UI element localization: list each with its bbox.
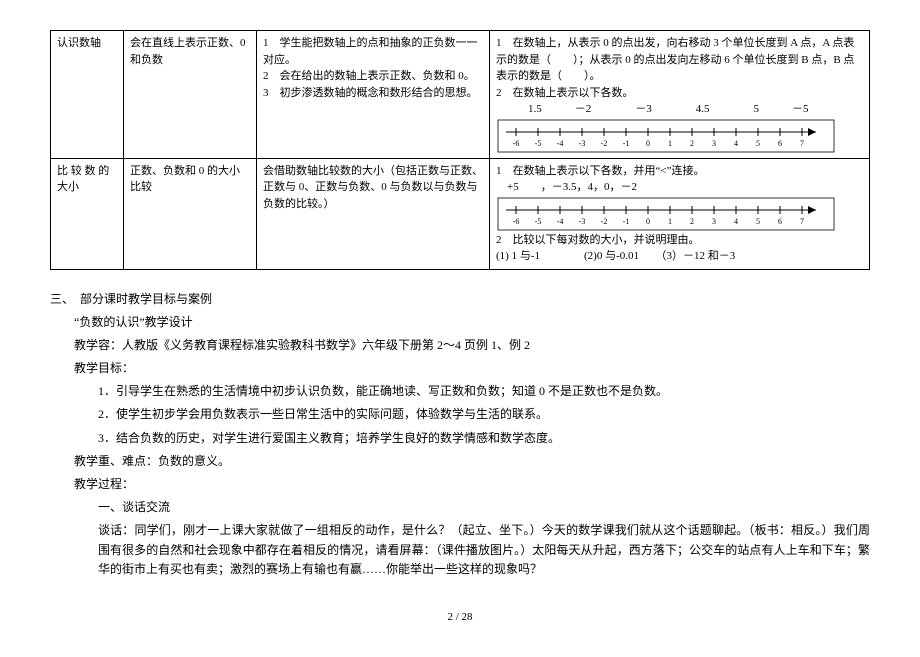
goals-title: 教学目标： — [74, 359, 870, 378]
svg-text:0: 0 — [646, 139, 650, 148]
step-heading: 一、谈话交流 — [98, 498, 870, 517]
svg-text:-3: -3 — [579, 217, 586, 226]
svg-text:-2: -2 — [601, 217, 608, 226]
svg-text:6: 6 — [778, 139, 782, 148]
svg-text:0: 0 — [646, 217, 650, 226]
svg-text:7: 7 — [800, 139, 804, 148]
exercise-nums: +5 ，－3.5，4，0，－2 — [496, 179, 863, 196]
svg-text:-5: -5 — [535, 217, 542, 226]
materials-line: 教学容：人教版《义务教育课程标准实验教科书数学》六年级下册第 2～4 页例 1、… — [74, 336, 870, 355]
svg-text:3: 3 — [712, 139, 716, 148]
svg-text:-6: -6 — [513, 217, 520, 226]
svg-text:6: 6 — [778, 217, 782, 226]
cell-objectives: 1 学生能把数轴上的点和抽象的正负数一一对应。 2 会在给出的数轴上表示正数、负… — [257, 31, 490, 159]
cell-topic: 比 较 数 的大小 — [51, 158, 124, 269]
svg-text:7: 7 — [800, 217, 804, 226]
cell-objectives: 会借助数轴比较数的大小（包括正数与正数、正数与 0、正数与负数、0 与负数以与负… — [257, 158, 490, 269]
svg-text:2: 2 — [690, 217, 694, 226]
svg-text:-3: -3 — [579, 139, 586, 148]
svg-text:-2: -2 — [601, 139, 608, 148]
svg-text:-4: -4 — [557, 217, 564, 226]
number-line-icon: -6 -5 -4 -3 -2 -1 0 1 2 3 4 5 6 7 — [496, 196, 836, 232]
exercise-line: 2 在数轴上表示以下各数。 — [496, 85, 863, 102]
exercise-line: (1) 1 与-1 (2)0 与-0.01 （3）－12 和－3 — [496, 248, 863, 265]
talk-paragraph: 谈话：同学们，刚才一上课大家就做了一组相反的动作，是什么？（起立、坐下。）今天的… — [98, 521, 870, 579]
exercise-line: 2 比较以下每对数的大小，并说明理由。 — [496, 232, 863, 249]
objective-line: 1 学生能把数轴上的点和抽象的正负数一一对应。 — [263, 35, 483, 68]
svg-text:4: 4 — [734, 139, 738, 148]
process-title: 教学过程： — [74, 475, 870, 494]
cell-exercises: 1 在数轴上，从表示 0 的点出发，向右移动 3 个单位长度到 A 点，A 点表… — [490, 31, 870, 159]
page-footer: 2 / 28 — [50, 609, 870, 627]
svg-text:1: 1 — [668, 217, 672, 226]
svg-text:1: 1 — [668, 139, 672, 148]
exercise-line: 1 在数轴上，从表示 0 的点出发，向右移动 3 个单位长度到 A 点，A 点表… — [496, 35, 863, 85]
cell-exercises: 1 在数轴上表示以下各数，并用“<”连接。 +5 ，－3.5，4，0，－2 -6… — [490, 158, 870, 269]
goal-item: 3．结合负数的历史，对学生进行爱国主义教育；培养学生良好的数学情感和数学态度。 — [98, 429, 870, 448]
svg-text:-6: -6 — [513, 139, 520, 148]
design-title: “负数的认识”教学设计 — [74, 313, 870, 332]
cell-skill: 会在直线上表示正数、0 和负数 — [124, 31, 257, 159]
cell-skill: 正数、负数和 0 的大小比较 — [124, 158, 257, 269]
table-row: 认识数轴 会在直线上表示正数、0 和负数 1 学生能把数轴上的点和抽象的正负数一… — [51, 31, 870, 159]
section-heading: 三、 部分课时教学目标与案例 — [50, 290, 870, 309]
objective-line: 3 初步渗透数轴的概念和数形结合的思想。 — [263, 85, 483, 102]
goal-item: 2．使学生初步学会用负数表示一些日常生活中的实际问题，体验数学与生活的联系。 — [98, 405, 870, 424]
svg-text:5: 5 — [756, 217, 760, 226]
number-line-icon: -6 -5 -4 -3 -2 -1 0 1 2 3 4 5 6 7 — [496, 118, 836, 154]
svg-text:5: 5 — [756, 139, 760, 148]
lesson-table: 认识数轴 会在直线上表示正数、0 和负数 1 学生能把数轴上的点和抽象的正负数一… — [50, 30, 870, 270]
exercise-line: 1 在数轴上表示以下各数，并用“<”连接。 — [496, 163, 863, 180]
svg-text:2: 2 — [690, 139, 694, 148]
key-point: 教学重、难点：负数的意义。 — [74, 452, 870, 471]
svg-text:-1: -1 — [623, 139, 630, 148]
cell-topic: 认识数轴 — [51, 31, 124, 159]
svg-text:4: 4 — [734, 217, 738, 226]
table-row: 比 较 数 的大小 正数、负数和 0 的大小比较 会借助数轴比较数的大小（包括正… — [51, 158, 870, 269]
goal-item: 1．引导学生在熟悉的生活情境中初步认识负数，能正确地读、写正数和负数；知道 0 … — [98, 382, 870, 401]
objective-line: 2 会在给出的数轴上表示正数、负数和 0。 — [263, 68, 483, 85]
svg-text:3: 3 — [712, 217, 716, 226]
svg-text:-1: -1 — [623, 217, 630, 226]
svg-text:-5: -5 — [535, 139, 542, 148]
svg-text:-4: -4 — [557, 139, 564, 148]
exercise-nums: 1.5 －2 －3 4.5 5 －5 — [506, 101, 863, 118]
